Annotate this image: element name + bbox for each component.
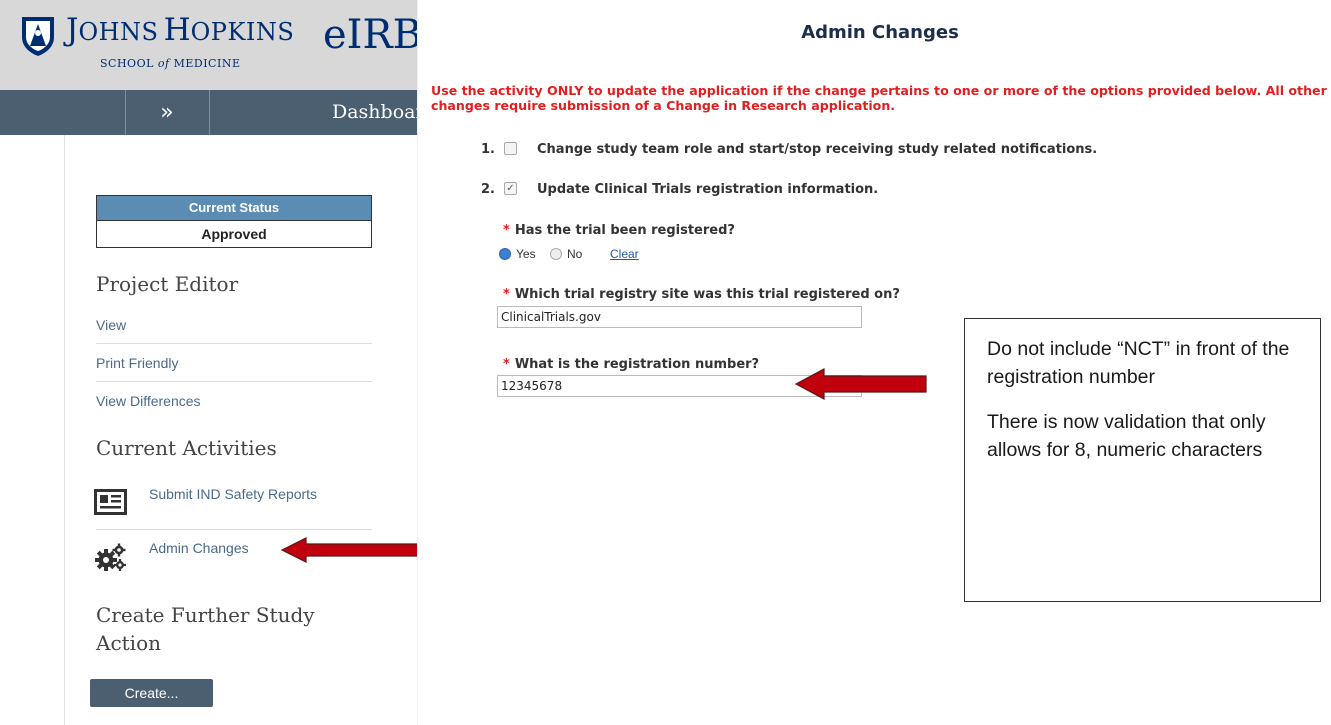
activity-divider (96, 529, 372, 530)
content-divider (64, 135, 65, 725)
current-activities-heading: Current Activities (96, 436, 277, 460)
view-link[interactable]: View (96, 306, 372, 344)
required-marker: * (503, 287, 510, 302)
status-value: Approved (97, 220, 371, 247)
option-number: 2. (481, 182, 495, 197)
current-status-box: Current Status Approved (96, 195, 372, 248)
print-friendly-link[interactable]: Print Friendly (96, 344, 372, 382)
note-no-nct: Do not include “NCT” in front of the reg… (987, 338, 1290, 388)
registry-site-input[interactable]: ClinicalTrials.gov (497, 306, 862, 328)
admin-changes-warning: Use the activity ONLY to update the appl… (431, 83, 1327, 113)
nav-dashboard-tab[interactable]: Dashboard (332, 90, 418, 135)
option-2-label: Update Clinical Trials registration info… (537, 182, 879, 197)
trial-registry-site-question: * Which trial registry site was this tria… (503, 287, 900, 302)
school-name: SCHOOL of MEDICINE (100, 57, 241, 70)
red-arrow-icon (794, 367, 927, 401)
gears-icon (95, 543, 126, 571)
annotation-note-box: Do not include “NCT” in front of the reg… (964, 318, 1321, 602)
report-icon (94, 489, 127, 515)
registered-no-radio[interactable] (550, 248, 562, 260)
required-marker: * (503, 357, 510, 372)
admin-changes-link[interactable]: Admin Changes (149, 540, 249, 556)
create-button[interactable]: Create... (90, 679, 213, 707)
panel-divider (417, 0, 418, 725)
submit-ind-safety-reports-link[interactable]: Submit IND Safety Reports (149, 486, 317, 502)
registered-yes-radio[interactable] (499, 248, 511, 260)
option-1-label: Change study team role and start/stop re… (537, 142, 1098, 157)
red-arrow-icon (280, 537, 418, 563)
project-editor-heading: Project Editor (96, 272, 239, 296)
admin-changes-title: Admin Changes (801, 22, 959, 43)
status-heading: Current Status (97, 196, 371, 220)
eirb-sidebar-panel: JOHNS HOPKINS SCHOOL of MEDICINE eIRB » … (0, 0, 418, 725)
site-header: JOHNS HOPKINS SCHOOL of MEDICINE eIRB (0, 0, 418, 90)
option-number: 1. (481, 142, 495, 157)
note-validation: There is now validation that only allows… (987, 411, 1266, 461)
main-nav-bar: » Dashboard (0, 90, 418, 135)
option-1-checkbox[interactable] (504, 142, 517, 155)
create-further-action-heading: Create Further Study Action (96, 603, 315, 655)
jhu-shield-icon (22, 17, 54, 56)
nav-expand-button[interactable]: » (125, 90, 209, 135)
trial-registered-question: * Has the trial been registered? (503, 223, 735, 238)
registered-yes-label: Yes (516, 247, 536, 261)
clear-selection-link[interactable]: Clear (610, 247, 639, 261)
org-wordmark: JOHNS HOPKINS (66, 12, 295, 48)
nav-divider (209, 90, 210, 135)
view-differences-link[interactable]: View Differences (96, 382, 372, 420)
app-logo: eIRB (323, 12, 418, 58)
option-2-checkbox[interactable]: ✓ (504, 182, 517, 195)
registration-number-question: * What is the registration number? (503, 357, 760, 372)
registered-no-label: No (567, 247, 583, 261)
required-marker: * (503, 223, 510, 238)
